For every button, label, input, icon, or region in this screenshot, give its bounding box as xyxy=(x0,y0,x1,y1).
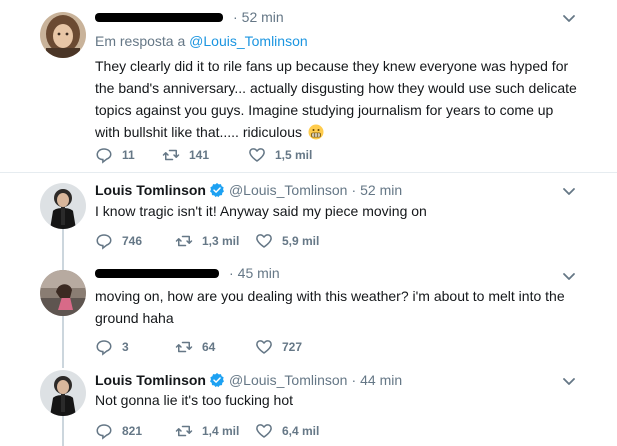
reply-button[interactable]: 746 xyxy=(95,231,175,251)
tweet-header: · 45 min xyxy=(95,264,280,282)
reply-handle-link[interactable]: @Louis_Tomlinson xyxy=(189,33,308,49)
like-count: 5,9 mil xyxy=(282,234,320,248)
retweet-button[interactable]: 1,3 mil xyxy=(175,231,255,251)
avatar[interactable] xyxy=(40,270,86,316)
dot-separator: · xyxy=(351,372,357,388)
tweet-text: They clearly did it to rile fans up beca… xyxy=(95,55,580,143)
avatar[interactable] xyxy=(40,183,86,229)
chevron-down-icon[interactable] xyxy=(561,373,577,389)
tweet-text: I know tragic isn't it! Anyway said my p… xyxy=(95,200,580,222)
tweet-actions: 746 1,3 mil 5,9 mil xyxy=(95,231,319,251)
avatar-image xyxy=(40,370,86,416)
author-handle[interactable]: @Louis_Tomlinson xyxy=(229,372,348,388)
retweet-count: 1,4 mil xyxy=(202,424,240,438)
verified-badge-icon xyxy=(210,373,224,388)
retweet-count: 141 xyxy=(189,148,210,162)
tweet[interactable]: Louis Tomlinson @Louis_Tomlinson · 44 mi… xyxy=(0,358,617,446)
heart-icon xyxy=(256,340,272,354)
reply-count: 11 xyxy=(122,148,135,162)
reply-prefix: Em resposta a xyxy=(95,33,186,49)
like-button[interactable]: 6,4 mil xyxy=(255,421,319,441)
author-name[interactable]: Louis Tomlinson xyxy=(95,372,206,388)
tweet[interactable]: · 45 min moving on, how are you dealing … xyxy=(0,258,617,358)
retweet-count: 64 xyxy=(202,340,216,354)
avatar[interactable] xyxy=(40,370,86,416)
author-handle[interactable]: @Louis_Tomlinson xyxy=(229,182,348,198)
avatar[interactable] xyxy=(40,12,86,58)
timestamp[interactable]: 52 min xyxy=(360,182,402,198)
heart-icon xyxy=(256,424,272,438)
redacted-name xyxy=(95,268,219,278)
grimacing-face-emoji xyxy=(308,124,324,140)
tweet-actions: 3 64 727 xyxy=(95,337,302,357)
retweet-icon xyxy=(175,425,193,437)
reply-icon xyxy=(96,148,112,164)
reply-icon xyxy=(96,424,112,440)
like-count: 1,5 mil xyxy=(275,148,313,162)
like-count: 6,4 mil xyxy=(282,424,320,438)
chevron-down-icon[interactable] xyxy=(561,10,577,26)
tweet-body: They clearly did it to rile fans up beca… xyxy=(95,58,577,140)
reply-count: 821 xyxy=(122,424,143,438)
avatar-image xyxy=(40,270,86,316)
tweet-body: Not gonna lie it's too fucking hot xyxy=(95,392,294,408)
tweet-actions: 11 141 1,5 mil xyxy=(95,145,312,165)
heart-icon xyxy=(249,148,265,162)
tweet-header: · 52 min xyxy=(95,8,284,26)
dot-separator: · xyxy=(229,265,234,281)
avatar-image xyxy=(40,12,86,58)
avatar-image xyxy=(40,183,86,229)
reply-icon xyxy=(96,340,112,356)
reply-icon xyxy=(96,234,112,250)
tweet-body: moving on, how are you dealing with this… xyxy=(95,288,565,326)
like-count: 727 xyxy=(282,340,303,354)
timestamp[interactable]: 44 min xyxy=(360,372,402,388)
tweet-thread: · 52 min Em resposta a @Louis_Tomlinson … xyxy=(0,0,617,446)
verified-badge-icon xyxy=(210,183,224,198)
retweet-button[interactable]: 64 xyxy=(175,337,255,357)
tweet-text: moving on, how are you dealing with this… xyxy=(95,285,580,329)
redacted-name xyxy=(95,12,223,22)
timestamp[interactable]: 52 min xyxy=(242,9,284,25)
chevron-down-icon[interactable] xyxy=(561,183,577,199)
retweet-button[interactable]: 1,4 mil xyxy=(175,421,255,441)
reply-count: 746 xyxy=(122,234,143,248)
dot-separator: · xyxy=(233,9,238,25)
like-button[interactable]: 5,9 mil xyxy=(255,231,319,251)
author-name[interactable]: Louis Tomlinson xyxy=(95,182,206,198)
tweet-header: Louis Tomlinson @Louis_Tomlinson · 44 mi… xyxy=(95,371,402,389)
tweet-actions: 821 1,4 mil 6,4 mil xyxy=(95,421,319,441)
chevron-down-icon[interactable] xyxy=(561,268,577,284)
tweet[interactable]: · 52 min Em resposta a @Louis_Tomlinson … xyxy=(0,0,617,172)
retweet-count: 1,3 mil xyxy=(202,234,240,248)
dot-separator: · xyxy=(351,182,357,198)
reply-button[interactable]: 821 xyxy=(95,421,175,441)
retweet-icon xyxy=(175,341,193,353)
reply-context: Em resposta a @Louis_Tomlinson xyxy=(95,33,308,49)
tweet-body: I know tragic isn't it! Anyway said my p… xyxy=(95,203,427,219)
reply-count: 3 xyxy=(122,340,129,354)
tweet-header: Louis Tomlinson @Louis_Tomlinson · 52 mi… xyxy=(95,181,402,199)
retweet-icon xyxy=(175,235,193,247)
like-button[interactable]: 1,5 mil xyxy=(248,145,312,165)
timestamp[interactable]: 45 min xyxy=(238,265,280,281)
tweet[interactable]: Louis Tomlinson @Louis_Tomlinson · 52 mi… xyxy=(0,173,617,258)
retweet-button[interactable]: 141 xyxy=(162,145,248,165)
reply-button[interactable]: 3 xyxy=(95,337,175,357)
heart-icon xyxy=(256,234,272,248)
retweet-icon xyxy=(162,149,180,161)
like-button[interactable]: 727 xyxy=(255,337,302,357)
tweet-text: Not gonna lie it's too fucking hot xyxy=(95,389,580,411)
reply-button[interactable]: 11 xyxy=(95,145,162,165)
